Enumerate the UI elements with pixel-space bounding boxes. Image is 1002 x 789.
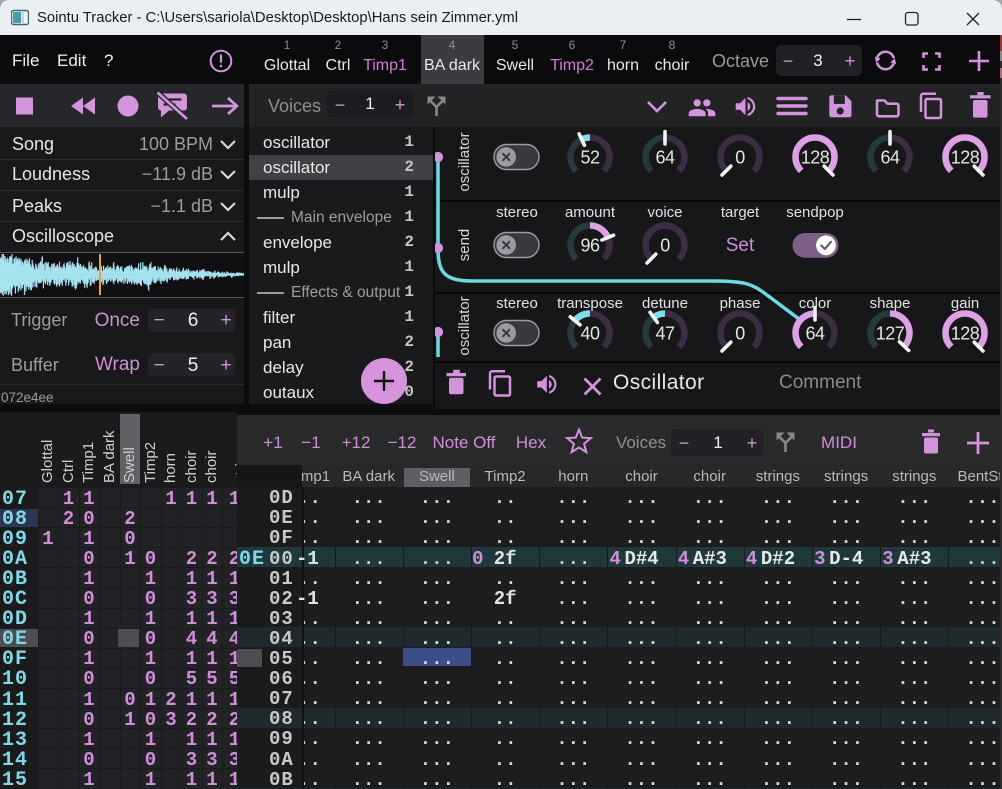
- svg-text:64: 64: [655, 148, 675, 168]
- svg-text:52: 52: [580, 148, 600, 168]
- svg-text:127: 127: [876, 324, 905, 344]
- svg-text:64: 64: [880, 148, 900, 168]
- svg-text:128: 128: [951, 148, 980, 168]
- svg-text:128: 128: [951, 324, 980, 344]
- svg-text:40: 40: [580, 324, 600, 344]
- svg-text:0: 0: [660, 236, 670, 256]
- svg-text:96: 96: [580, 236, 600, 256]
- svg-text:47: 47: [655, 324, 675, 344]
- svg-text:0: 0: [735, 324, 745, 344]
- svg-text:64: 64: [805, 324, 825, 344]
- svg-text:128: 128: [801, 148, 830, 168]
- svg-text:0: 0: [735, 148, 745, 168]
